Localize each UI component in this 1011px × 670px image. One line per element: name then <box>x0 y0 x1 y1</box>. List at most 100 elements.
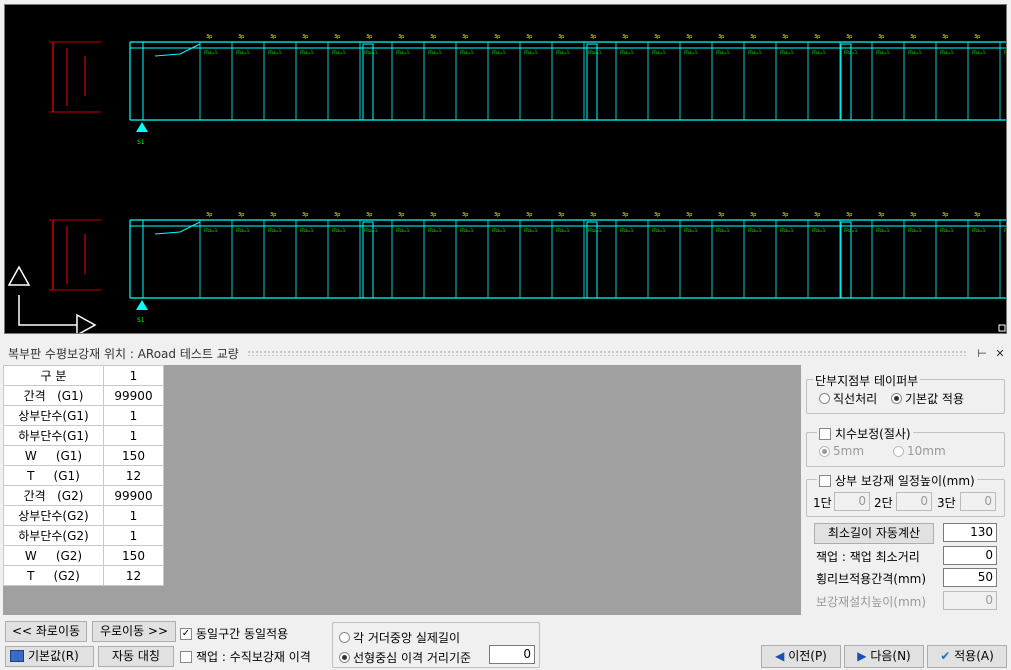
cad-canvas[interactable]: 3p FRa=1 3p FRa=1 3p FRa=1 3p FRa=1 3p FRa=1 3p FRa… <box>4 4 1007 334</box>
dim-label: 3p <box>206 212 212 218</box>
apply-button[interactable]: ✔ 적용(A) <box>927 645 1007 668</box>
splice-box <box>840 43 852 121</box>
dim-label: FRa=1 <box>236 50 250 55</box>
jackup-checkbox[interactable]: 잭업 : 수직보강재 이격 <box>180 648 311 665</box>
grid-header-label: 구 분 <box>3 365 104 386</box>
bottom-bar: << 좌로이동 우로이동 >> ✓ 동일구간 동일적용 기본값(R) 자동 대칭… <box>0 617 1011 670</box>
jackup-label: 잭업 : 수직보강재 이격 <box>196 650 311 664</box>
girder-center-radio[interactable]: 각 거더중앙 실제길이 <box>339 629 460 646</box>
girder-center-label: 각 거더중앙 실제길이 <box>353 631 460 645</box>
row-label: T (G2) <box>3 565 104 586</box>
row-value-cell[interactable]: 150 <box>103 545 164 566</box>
dim-label: 3p <box>718 212 724 218</box>
prev-button[interactable]: ◀ 이전(P) <box>761 645 841 668</box>
same-section-label: 동일구간 동일적용 <box>196 627 289 641</box>
taper-opt1-label: 직선처리 <box>833 392 878 406</box>
dim-label: 3p <box>526 34 532 40</box>
row-value-cell[interactable]: 1 <box>103 405 164 426</box>
dim-label: FRa=1 <box>236 228 250 233</box>
row-label: W (G2) <box>3 545 104 566</box>
app-window: 3p FRa=1 3p FRa=1 3p FRa=1 3p FRa=1 3p FRa=1 3p FRa… <box>0 0 1011 670</box>
dim-label: 3p <box>654 212 660 218</box>
dim-label: FRa=1 <box>332 228 346 233</box>
splice-box <box>362 221 374 299</box>
dim-5mm-radio[interactable]: 5mm <box>819 444 864 458</box>
offset-input[interactable]: 0 <box>489 645 535 664</box>
auto-calc-input[interactable]: 130 <box>943 523 997 542</box>
row-value-cell[interactable]: 1 <box>103 525 164 546</box>
row-value-cell[interactable]: 1 <box>103 425 164 446</box>
dim-label: FRa=1 <box>204 50 218 55</box>
tier3-input[interactable]: 0 <box>960 492 996 511</box>
move-left-button[interactable]: << 좌로이동 <box>5 621 87 642</box>
dim-correction-checkbox[interactable]: 치수보정(절사) <box>817 425 913 442</box>
row-label: 간격 (G1) <box>3 385 104 406</box>
tier2-label: 2단 <box>874 496 893 510</box>
dim-label: FRa=1 <box>428 228 442 233</box>
dim-label: 3p <box>366 34 372 40</box>
checkbox-box <box>180 650 192 663</box>
taper-opt2-radio[interactable]: 기본값 적용 <box>891 390 964 407</box>
row-value-cell[interactable]: 99900 <box>103 485 164 506</box>
table-row: 하부단수(G2) 1 <box>3 525 164 546</box>
dim-label: 3p <box>750 34 756 40</box>
pin-icon[interactable]: ⊢ <box>975 347 989 360</box>
move-right-button[interactable]: 우로이동 >> <box>92 621 176 642</box>
default-button[interactable]: 기본값(R) <box>5 646 94 667</box>
taper-opt1-radio[interactable]: 직선처리 <box>819 390 877 407</box>
dim-label: 3p <box>398 212 404 218</box>
taper-group: 단부지점부 테이퍼부 직선처리 기본값 적용 <box>806 372 1005 414</box>
options-panel: 단부지점부 테이퍼부 직선처리 기본값 적용 치수보정(절사) 5mm 10mm <box>804 365 1011 615</box>
taper-line <box>154 221 201 235</box>
ucs-icon <box>7 265 31 286</box>
support-label: S1 <box>137 139 145 146</box>
table-row: T (G2) 12 <box>3 565 164 586</box>
auto-symmetry-button[interactable]: 자동 대칭 <box>98 646 174 667</box>
dim-label: FRa=1 <box>716 228 730 233</box>
tier2-input[interactable]: 0 <box>896 492 932 511</box>
height-input[interactable]: 0 <box>943 591 997 610</box>
table-row: 하부단수(G1) 1 <box>3 425 164 446</box>
dim-10mm-radio[interactable]: 10mm <box>893 444 946 458</box>
row-value-cell[interactable]: 12 <box>103 565 164 586</box>
ucs-icon <box>18 295 77 326</box>
dim-label: 3p <box>622 34 628 40</box>
dim-label: 3p <box>366 212 372 218</box>
tier1-input[interactable]: 0 <box>834 492 870 511</box>
dim-label: 3p <box>462 34 468 40</box>
next-button[interactable]: ▶ 다음(N) <box>844 645 924 668</box>
upper-height-checkbox[interactable]: 상부 보강재 일정높이(mm) <box>817 472 977 489</box>
dim-label: 3p <box>878 212 884 218</box>
title-grip <box>246 350 967 356</box>
row-value-cell[interactable]: 12 <box>103 465 164 486</box>
dim-label: FRa=1 <box>748 50 762 55</box>
row-value-cell[interactable]: 1 <box>103 505 164 526</box>
dim-label: FRa=1 <box>460 228 474 233</box>
dim-label: 3p <box>302 212 308 218</box>
row-label: 간격 (G2) <box>3 485 104 506</box>
dim-label: 3p <box>270 212 276 218</box>
wrap-input[interactable]: 0 <box>943 546 997 565</box>
dim-label: FRa=1 <box>524 50 538 55</box>
close-icon[interactable]: ✕ <box>993 347 1007 360</box>
arrow-left-icon: ◀ <box>775 649 785 663</box>
dim-correction-group: 치수보정(절사) 5mm 10mm <box>806 425 1005 467</box>
dim-label: FRa=1 <box>268 228 282 233</box>
rib-input[interactable]: 50 <box>943 568 997 587</box>
dim-label: 3p <box>558 212 564 218</box>
same-section-checkbox[interactable]: ✓ 동일구간 동일적용 <box>180 625 288 642</box>
dim-label: 3p <box>270 34 276 40</box>
radio-dot <box>891 393 902 404</box>
alignment-center-radio[interactable]: 선형중심 이격 거리기준 <box>339 649 471 666</box>
dim-label: FRa=1 <box>812 50 826 55</box>
support-label: S1 <box>137 317 145 324</box>
dim-label: 3p <box>846 212 852 218</box>
auto-calc-button[interactable]: 최소길이 자동계산 <box>814 523 934 544</box>
dim-label: 3p <box>398 34 404 40</box>
table-row: W (G2) 150 <box>3 545 164 566</box>
row-value-cell[interactable]: 99900 <box>103 385 164 406</box>
splice-box <box>840 221 852 299</box>
row-value-cell[interactable]: 150 <box>103 445 164 466</box>
dim-label: FRa=1 <box>780 50 794 55</box>
girder-drawing: 3p FRa=1 3p FRa=1 3p FRa=1 3p FRa=1 3p FRa=1 3p FRa… <box>7 34 1006 333</box>
